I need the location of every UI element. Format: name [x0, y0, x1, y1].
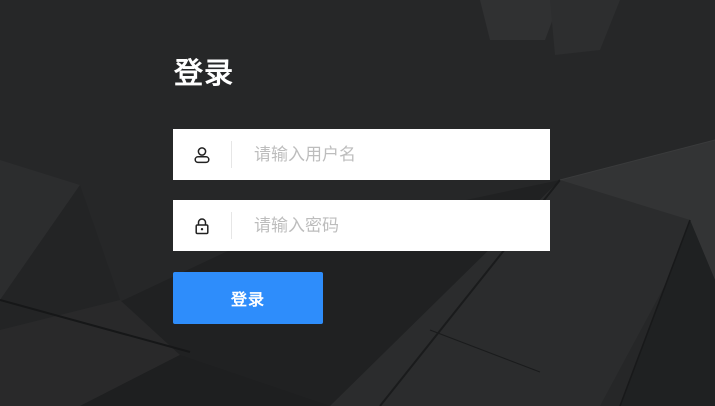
- password-input[interactable]: [232, 201, 550, 250]
- page-title: 登录: [174, 56, 235, 90]
- lock-icon: [173, 200, 231, 251]
- password-field[interactable]: [173, 200, 550, 251]
- login-button[interactable]: 登录: [173, 272, 323, 324]
- username-input[interactable]: [232, 130, 550, 179]
- username-field[interactable]: [173, 129, 550, 180]
- user-icon: [173, 129, 231, 180]
- login-screen: 登录 登录: [0, 0, 715, 406]
